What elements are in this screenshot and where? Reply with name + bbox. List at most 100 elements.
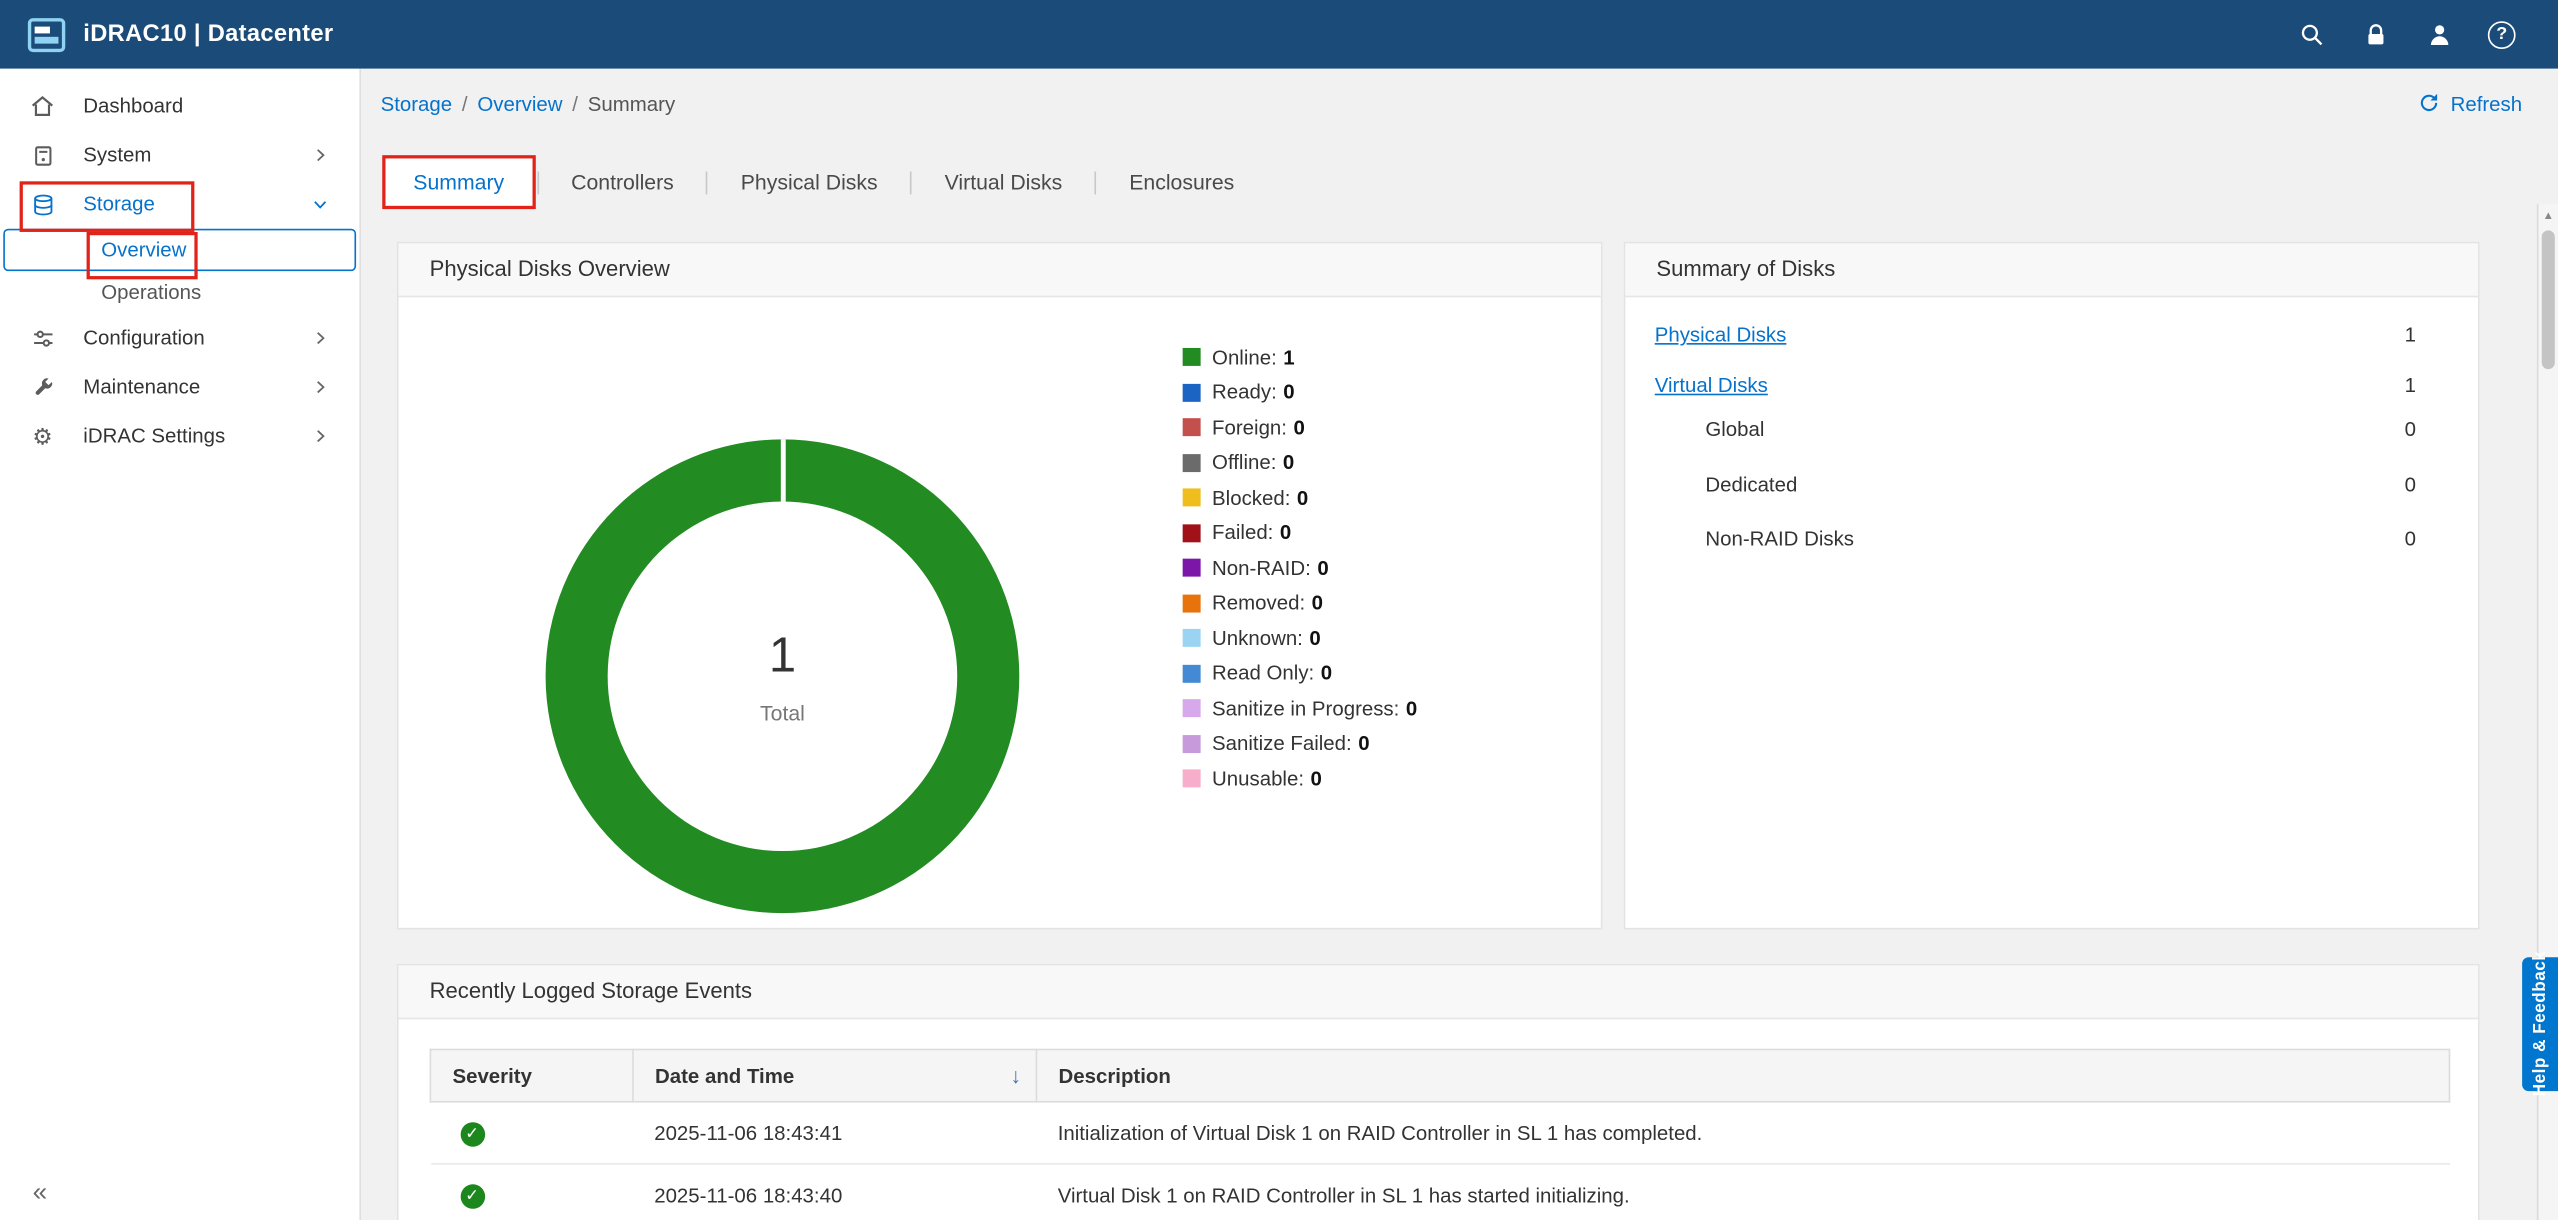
column-datetime[interactable]: Date and Time ↓ bbox=[633, 1050, 1036, 1102]
sidebar-item-storage[interactable]: Storage bbox=[0, 180, 359, 229]
sidebar-subitem-label: Operations bbox=[101, 281, 201, 304]
legend-swatch bbox=[1183, 524, 1201, 542]
scroll-up-icon[interactable]: ▲ bbox=[2538, 211, 2558, 222]
breadcrumb-separator: / bbox=[462, 93, 468, 116]
sidebar-item-idrac-settings[interactable]: ⚙ iDRAC Settings bbox=[0, 412, 359, 461]
user-icon[interactable] bbox=[2424, 20, 2453, 49]
card-title: Summary of Disks bbox=[1625, 243, 2478, 297]
breadcrumb-link-overview[interactable]: Overview bbox=[477, 93, 562, 116]
sidebar-item-maintenance[interactable]: Maintenance bbox=[0, 363, 359, 412]
summary-value: 1 bbox=[2405, 323, 2416, 346]
summary-row: Virtual Disks 1 bbox=[1655, 369, 2416, 402]
event-row[interactable]: ✓ 2025-11-06 18:43:40 Virtual Disk 1 on … bbox=[430, 1164, 2449, 1220]
sidebar-item-label: Dashboard bbox=[83, 95, 330, 118]
tab-controllers[interactable]: Controllers bbox=[543, 158, 701, 205]
sidebar-item-label: iDRAC Settings bbox=[83, 425, 310, 448]
sliders-icon bbox=[29, 325, 55, 351]
app-title: iDRAC10 | Datacenter bbox=[83, 21, 333, 47]
disks-legend: Online:1 Ready:0 Foreign:0 Offline:0 Blo… bbox=[1183, 340, 1418, 797]
legend-swatch bbox=[1183, 383, 1201, 401]
tab-physical-disks[interactable]: Physical Disks bbox=[713, 158, 905, 205]
topbar-icons: ? bbox=[2297, 20, 2516, 49]
physical-disks-overview-card: Physical Disks Overview 1 Total Online:1… bbox=[397, 242, 1603, 930]
sidebar-item-storage-overview[interactable]: Overview bbox=[3, 229, 356, 271]
chevron-right-icon bbox=[310, 328, 330, 348]
refresh-label: Refresh bbox=[2451, 93, 2523, 116]
tab-separator bbox=[537, 171, 539, 194]
help-feedback-tab[interactable]: Help & Feedback bbox=[2522, 957, 2558, 1091]
help-feedback-label: Help & Feedback bbox=[2530, 951, 2550, 1097]
app-header: iDRAC10 | Datacenter bbox=[0, 0, 2558, 69]
storage-events-card: Recently Logged Storage Events Severity … bbox=[397, 964, 2480, 1220]
scrollbar-thumb[interactable] bbox=[2542, 230, 2555, 369]
tab-summary[interactable]: Summary bbox=[386, 158, 532, 205]
breadcrumb: Storage / Overview / Summary bbox=[381, 93, 676, 116]
refresh-button[interactable]: Refresh bbox=[2418, 91, 2522, 119]
legend-swatch bbox=[1183, 594, 1201, 612]
summary-value: 1 bbox=[2405, 374, 2416, 397]
sidebar-subitem-label: Overview bbox=[101, 238, 186, 261]
sidebar-item-label: Configuration bbox=[83, 327, 310, 350]
legend-item: Sanitize Failed:0 bbox=[1183, 726, 1418, 761]
column-severity[interactable]: Severity bbox=[430, 1050, 633, 1102]
storage-database-icon bbox=[29, 191, 55, 217]
events-header-row: Severity Date and Time ↓ Description bbox=[430, 1050, 2449, 1102]
summary-row: Non-RAID Disks 0 bbox=[1655, 523, 2416, 556]
search-icon[interactable] bbox=[2297, 20, 2326, 49]
brand: iDRAC10 | Datacenter bbox=[26, 14, 333, 55]
sidebar-item-configuration[interactable]: Configuration bbox=[0, 314, 359, 363]
gear-icon: ⚙ bbox=[29, 423, 55, 449]
event-datetime: 2025-11-06 18:43:40 bbox=[633, 1164, 1036, 1220]
breadcrumb-separator: / bbox=[572, 93, 578, 116]
sidebar-item-label: System bbox=[83, 144, 310, 167]
sidebar-item-label: Maintenance bbox=[83, 376, 310, 399]
legend-swatch bbox=[1183, 348, 1201, 366]
breadcrumb-row: Storage / Overview / Summary Refresh bbox=[381, 88, 2523, 121]
summary-label: Non-RAID Disks bbox=[1705, 528, 1854, 551]
summary-row: Global 0 bbox=[1655, 413, 2416, 446]
breadcrumb-link-storage[interactable]: Storage bbox=[381, 93, 453, 116]
physical-disks-link[interactable]: Physical Disks bbox=[1655, 323, 1787, 346]
legend-item: Offline:0 bbox=[1183, 445, 1418, 480]
legend-item: Failed:0 bbox=[1183, 515, 1418, 550]
tab-separator bbox=[706, 171, 708, 194]
sort-desc-icon[interactable]: ↓ bbox=[1010, 1063, 1021, 1088]
refresh-icon bbox=[2418, 91, 2441, 119]
chevron-right-icon bbox=[310, 145, 330, 165]
legend-swatch bbox=[1183, 700, 1201, 718]
legend-item: Unusable:0 bbox=[1183, 761, 1418, 796]
tab-enclosures[interactable]: Enclosures bbox=[1101, 158, 1262, 205]
summary-value: 0 bbox=[2405, 474, 2416, 497]
legend-item: Non-RAID:0 bbox=[1183, 550, 1418, 585]
idrac-app: iDRAC10 | Datacenter bbox=[0, 0, 2558, 1220]
donut-segment-gap bbox=[780, 439, 785, 503]
storage-tabs: Summary Controllers Physical Disks Virtu… bbox=[386, 158, 1263, 205]
summary-value: 0 bbox=[2405, 528, 2416, 551]
event-row[interactable]: ✓ 2025-11-06 18:43:41 Initialization of … bbox=[430, 1102, 2449, 1164]
tab-separator bbox=[1095, 171, 1097, 194]
legend-swatch bbox=[1183, 629, 1201, 647]
sidebar-collapse-icon[interactable]: « bbox=[23, 1178, 57, 1211]
help-icon[interactable]: ? bbox=[2488, 20, 2516, 48]
ok-check-icon: ✓ bbox=[460, 1121, 485, 1146]
event-description: Virtual Disk 1 on RAID Controller in SL … bbox=[1036, 1164, 2449, 1220]
sidebar-item-storage-operations[interactable]: Operations bbox=[0, 271, 359, 313]
sidebar-item-system[interactable]: System bbox=[0, 131, 359, 180]
legend-item: Online:1 bbox=[1183, 340, 1418, 375]
summary-row: Physical Disks 1 bbox=[1655, 319, 2416, 352]
event-description: Initialization of Virtual Disk 1 on RAID… bbox=[1036, 1102, 2449, 1164]
server-icon bbox=[29, 142, 55, 168]
legend-swatch bbox=[1183, 419, 1201, 437]
virtual-disks-link[interactable]: Virtual Disks bbox=[1655, 374, 1768, 397]
donut-total-label: Total bbox=[760, 700, 805, 725]
breadcrumb-current: Summary bbox=[588, 93, 675, 116]
legend-swatch bbox=[1183, 770, 1201, 788]
lock-icon[interactable] bbox=[2360, 20, 2389, 49]
summary-label: Dedicated bbox=[1705, 474, 1797, 497]
tab-virtual-disks[interactable]: Virtual Disks bbox=[917, 158, 1090, 205]
sidebar-item-dashboard[interactable]: Dashboard bbox=[0, 82, 359, 131]
column-description[interactable]: Description bbox=[1036, 1050, 2449, 1102]
legend-swatch bbox=[1183, 559, 1201, 577]
card-title: Recently Logged Storage Events bbox=[399, 965, 2478, 1019]
legend-swatch bbox=[1183, 664, 1201, 682]
